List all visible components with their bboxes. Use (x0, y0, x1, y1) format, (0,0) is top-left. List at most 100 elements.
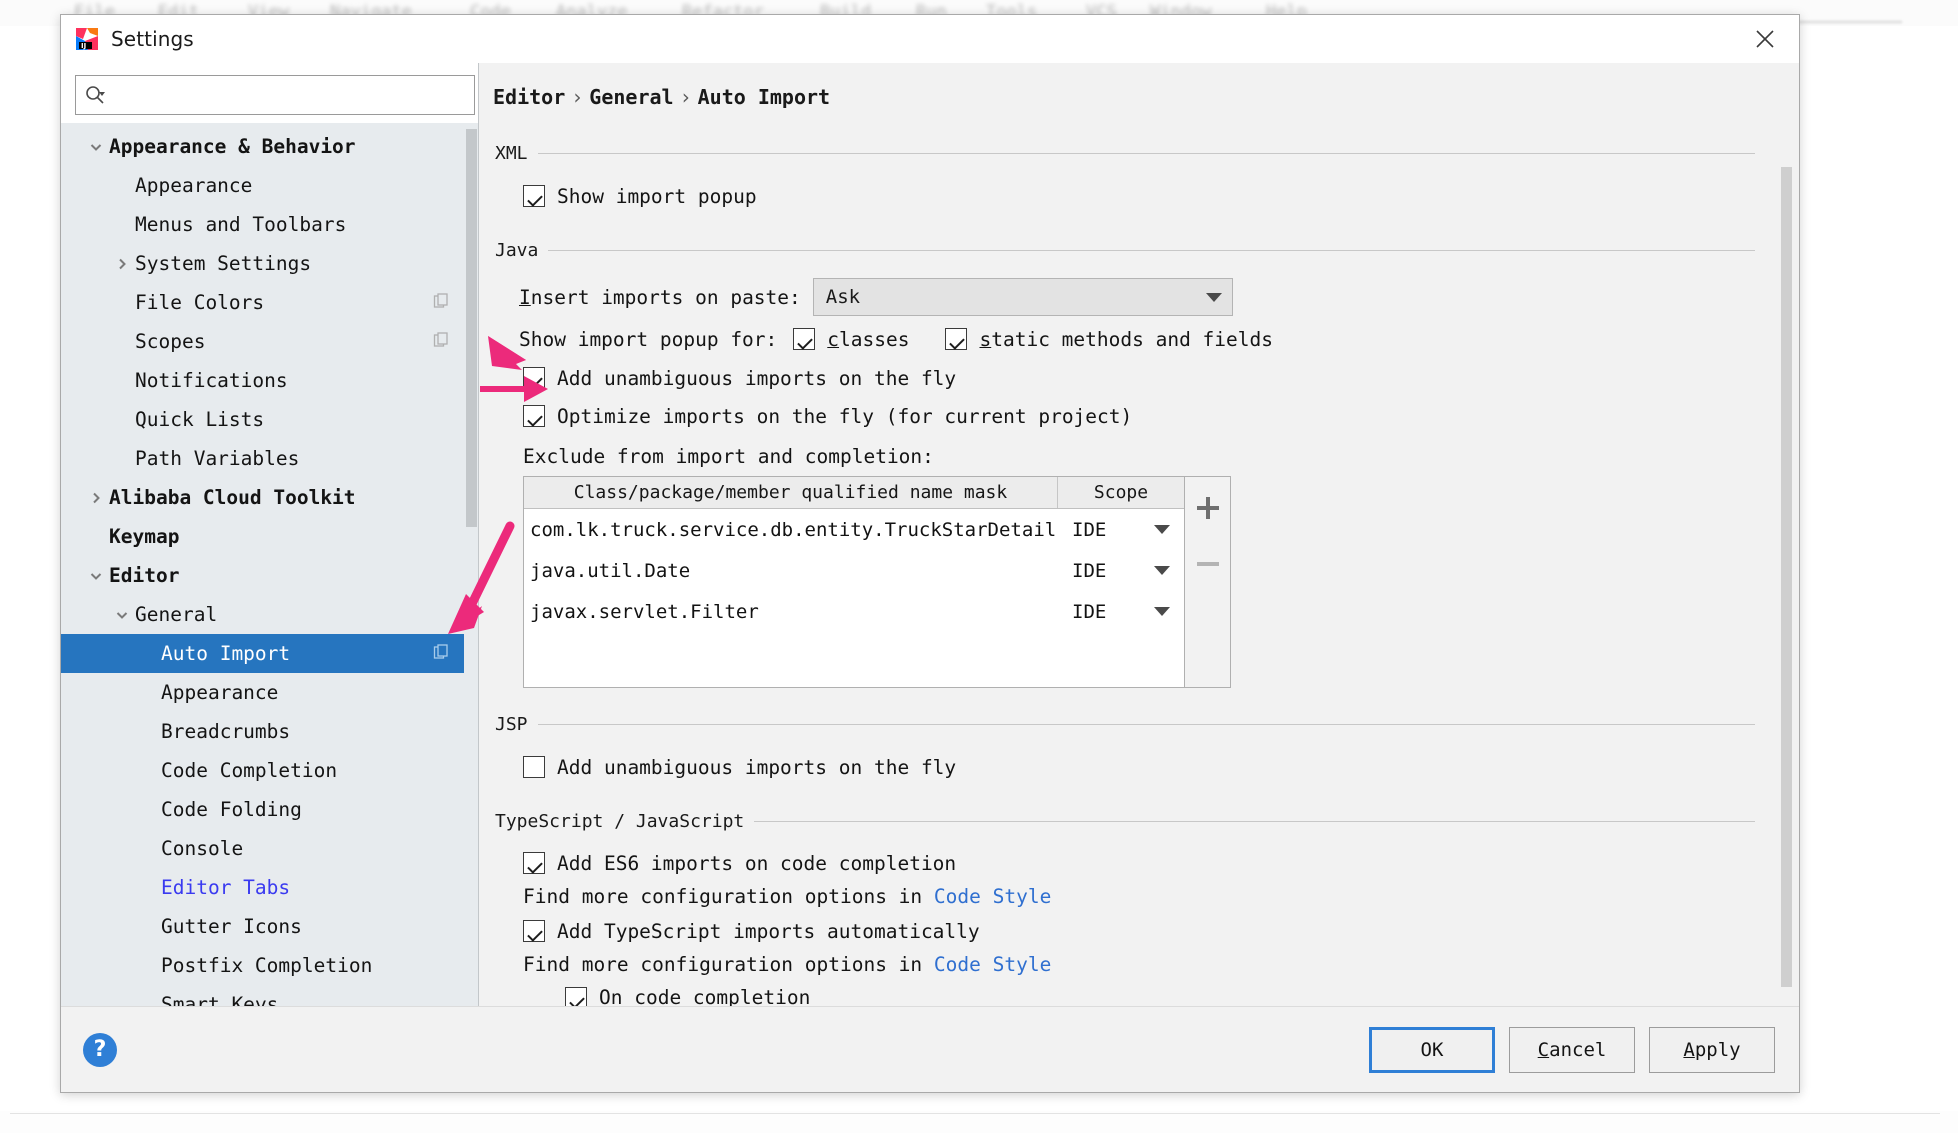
search-box[interactable] (75, 75, 475, 115)
sidebar-item-postfix-completion[interactable]: Postfix Completion (61, 946, 478, 985)
checkbox-add-es6-imports[interactable]: Add ES6 imports on code completion (523, 846, 1755, 880)
copy-icon[interactable] (433, 330, 450, 353)
table-header-row: Class/package/member qualified name mask… (524, 477, 1184, 509)
checkbox-box[interactable] (523, 756, 545, 778)
sidebar-item-quick-lists[interactable]: Quick Lists (61, 400, 478, 439)
copy-icon[interactable] (433, 291, 450, 314)
checkbox-box[interactable] (523, 852, 545, 874)
section-ts-header: TypeScript / JavaScript (487, 811, 1755, 832)
remove-row-button[interactable] (1191, 547, 1225, 581)
checkbox-label: Optimize imports on the fly (for current… (557, 404, 1133, 428)
checkbox-label: Add TypeScript imports automatically (557, 919, 980, 943)
content-scrollbar[interactable] (1780, 167, 1793, 1049)
content-scrollbar-thumb[interactable] (1781, 167, 1792, 987)
chevron-right-icon[interactable] (83, 490, 109, 506)
exclude-from-import-label: Exclude from import and completion: (523, 445, 934, 468)
chevron-down-icon[interactable] (83, 568, 109, 584)
sidebar-item-label: Code Folding (161, 797, 302, 821)
sidebar-item-code-completion[interactable]: Code Completion (61, 751, 478, 790)
breadcrumb-part-general[interactable]: General (589, 85, 673, 109)
add-row-button[interactable] (1191, 491, 1225, 525)
checkbox-xml-show-import-popup[interactable]: Show import popup (523, 178, 1755, 214)
sidebar-item-system-settings[interactable]: System Settings (61, 244, 478, 283)
breadcrumb-part-auto-import: Auto Import (697, 85, 831, 109)
sidebar-scrollbar[interactable] (464, 123, 478, 1006)
checkbox-classes[interactable] (793, 328, 816, 350)
sidebar-item-general[interactable]: General (61, 595, 478, 634)
exclude-table[interactable]: Class/package/member qualified name mask… (523, 476, 1185, 688)
code-style-link[interactable]: Code Style (934, 953, 1051, 976)
cell-scope[interactable]: IDE (1058, 560, 1184, 582)
sidebar-item-notifications[interactable]: Notifications (61, 361, 478, 400)
dialog-footer: ? OK Cancel Apply (61, 1006, 1799, 1092)
sidebar-item-alibaba-cloud-toolkit[interactable]: Alibaba Cloud Toolkit (61, 478, 478, 517)
copy-icon[interactable] (433, 642, 450, 665)
sidebar-item-auto-import[interactable]: Auto Import (61, 634, 478, 673)
sidebar-item-menus-and-toolbars[interactable]: Menus and Toolbars (61, 205, 478, 244)
column-header-mask[interactable]: Class/package/member qualified name mask (524, 477, 1058, 508)
help-icon[interactable]: ? (83, 1032, 117, 1067)
plus-icon (1196, 497, 1219, 519)
chevron-down-icon[interactable] (109, 607, 135, 623)
chevron-down-icon[interactable] (83, 139, 109, 155)
checkbox-box[interactable] (523, 405, 545, 427)
hint-code-style-2: Find more configuration options in Code … (523, 948, 1755, 982)
sidebar-item-label: Appearance (161, 680, 279, 704)
insert-imports-on-paste-select[interactable]: Ask (812, 278, 1233, 316)
search-input[interactable] (108, 82, 448, 108)
ok-button[interactable]: OK (1369, 1026, 1495, 1073)
settings-sidebar: Appearance & Behavior Appearance Menus a… (61, 63, 479, 1006)
sidebar-item-label: Console (161, 836, 244, 860)
checkbox-box[interactable] (523, 185, 545, 207)
apply-button[interactable]: Apply (1649, 1026, 1775, 1073)
sidebar-item-console[interactable]: Console (61, 829, 478, 868)
sidebar-item-label: Menus and Toolbars (135, 212, 347, 236)
checkbox-static-label: static methods and fields (979, 328, 1273, 351)
hint-text: Find more configuration options in (523, 953, 934, 976)
chevron-down-icon[interactable] (1154, 525, 1170, 534)
cell-scope[interactable]: IDE (1058, 519, 1184, 541)
sidebar-item-editor-tabs[interactable]: Editor Tabs (61, 868, 478, 907)
sidebar-item-breadcrumbs[interactable]: Breadcrumbs (61, 712, 478, 751)
close-icon[interactable] (1739, 19, 1791, 59)
chevron-down-icon[interactable] (1154, 607, 1170, 616)
settings-detail-pane: Editor › General › Auto Import XML Show impo… (479, 63, 1799, 1071)
sidebar-item-code-folding[interactable]: Code Folding (61, 790, 478, 829)
checkbox-add-typescript-imports[interactable]: Add TypeScript imports automatically (523, 914, 1755, 948)
sidebar-item-appearance-and-behavior[interactable]: Appearance & Behavior (61, 127, 478, 166)
sidebar-item-appearance[interactable]: Appearance (61, 166, 478, 205)
cancel-button[interactable]: Cancel (1509, 1026, 1635, 1073)
mnemonic: A (1683, 1038, 1695, 1061)
minus-icon (1196, 562, 1219, 566)
chevron-down-icon[interactable] (1154, 566, 1170, 575)
checkbox-box[interactable] (523, 367, 545, 389)
dialog-buttons: OK Cancel Apply (1369, 1026, 1775, 1073)
checkbox-box[interactable] (523, 920, 545, 942)
sidebar-item-path-variables[interactable]: Path Variables (61, 439, 478, 478)
code-style-link[interactable]: Code Style (934, 885, 1051, 908)
table-row[interactable]: com.lk.truck.service.db.entity.TruckStar… (524, 509, 1184, 550)
table-row[interactable]: java.util.Date IDE (524, 550, 1184, 591)
cell-scope[interactable]: IDE (1058, 601, 1184, 623)
sidebar-item-scopes[interactable]: Scopes (61, 322, 478, 361)
column-header-scope[interactable]: Scope (1058, 477, 1184, 508)
chevron-right-icon[interactable] (109, 256, 135, 272)
field-label: Insert imports on paste: (519, 286, 801, 309)
checkbox-optimize-imports-on-the-fly[interactable]: Optimize imports on the fly (for current… (523, 397, 1755, 435)
search-area (61, 63, 478, 123)
table-row[interactable]: javax.servlet.Filter IDE (524, 591, 1184, 632)
sidebar-item-keymap[interactable]: Keymap (61, 517, 478, 556)
sidebar-scrollbar-thumb[interactable] (466, 129, 477, 527)
sidebar-item-label: Appearance & Behavior (109, 134, 356, 158)
checkbox-add-unambiguous-imports-java[interactable]: Add unambiguous imports on the fly (523, 359, 1755, 397)
checkbox-static-methods-and-fields[interactable] (945, 328, 968, 350)
breadcrumb-part-editor[interactable]: Editor (493, 85, 565, 109)
sidebar-item-gutter-icons[interactable]: Gutter Icons (61, 907, 478, 946)
section-divider (754, 821, 1755, 822)
checkbox-jsp-add-unambiguous[interactable]: Add unambiguous imports on the fly (523, 749, 1755, 785)
sidebar-item-smart-keys[interactable]: Smart Keys (61, 985, 478, 1006)
sidebar-item-editor-appearance[interactable]: Appearance (61, 673, 478, 712)
sidebar-item-file-colors[interactable]: File Colors (61, 283, 478, 322)
sidebar-item-label: General (135, 602, 218, 626)
sidebar-item-editor[interactable]: Editor (61, 556, 478, 595)
